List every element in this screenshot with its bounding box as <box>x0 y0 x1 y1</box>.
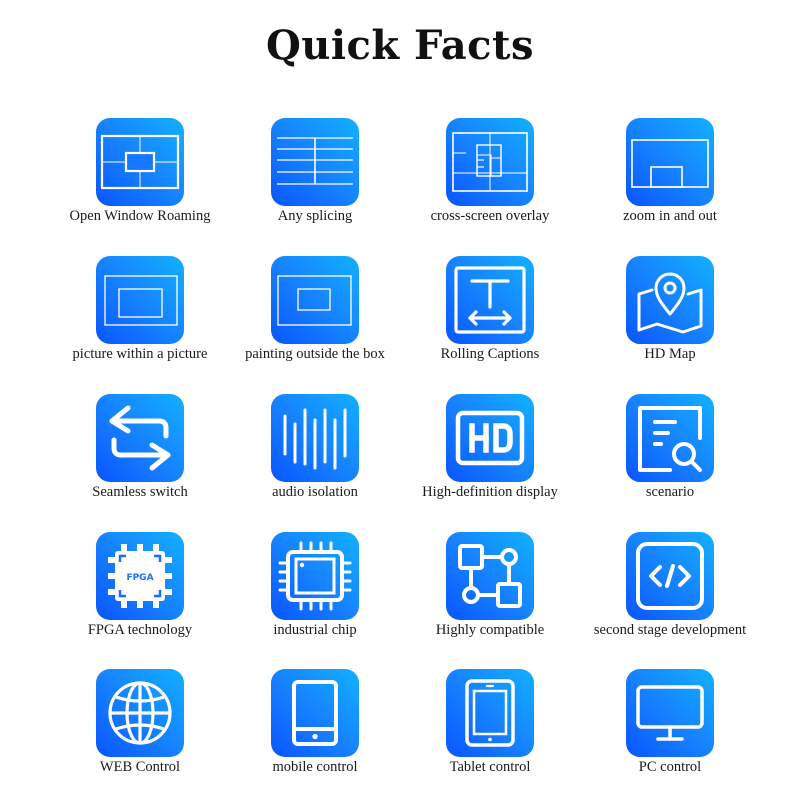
feature-tile <box>446 118 534 206</box>
picture-in-picture-icon <box>104 275 178 326</box>
feature-tile <box>446 256 534 344</box>
feature-tile <box>96 118 184 206</box>
feature-label: Rolling Captions <box>440 346 540 362</box>
feature-seamless-switch: Seamless switch <box>50 394 230 501</box>
feature-fpga-technology: FPGA FPGA technology <box>50 532 230 639</box>
feature-pc-control: PC control <box>580 669 760 776</box>
feature-label: Any splicing <box>277 208 353 224</box>
feature-tile <box>626 256 714 344</box>
feature-web-control: WEB Control <box>50 669 230 776</box>
rolling-caption-icon <box>454 266 526 334</box>
feature-zoom-in-and-out: zoom in and out <box>580 118 760 225</box>
feature-label: painting outside the box <box>245 346 385 362</box>
feature-second-stage-development: second stage development <box>580 532 760 639</box>
feature-tile <box>96 256 184 344</box>
feature-label: zoom in and out <box>623 208 717 224</box>
document-search-icon <box>638 406 702 472</box>
feature-label: PC control <box>638 759 702 775</box>
feature-painting-outside-the-box: painting outside the box <box>225 256 405 363</box>
feature-label: picture within a picture <box>72 346 208 362</box>
feature-label: second stage development <box>593 622 747 638</box>
feature-open-window-roaming: Open Window Roaming <box>50 118 230 225</box>
page-title: Quick Facts <box>265 22 535 69</box>
feature-tile <box>446 394 534 482</box>
feature-scenario: scenario <box>580 394 760 501</box>
feature-label: FPGA technology <box>87 622 193 638</box>
zoom-screen-icon <box>631 139 709 188</box>
feature-label: industrial chip <box>273 622 357 638</box>
feature-label: audio isolation <box>272 484 358 500</box>
cross-screen-overlay-icon <box>452 132 528 192</box>
splicing-grid-icon <box>277 137 353 185</box>
hd-icon <box>455 410 525 466</box>
feature-tile <box>626 532 714 620</box>
feature-tile <box>96 669 184 757</box>
feature-tile <box>446 532 534 620</box>
feature-tile <box>271 256 359 344</box>
globe-icon <box>108 681 172 745</box>
feature-cross-screen-overlay: cross-screen overlay <box>400 118 580 225</box>
picture-outside-box-icon <box>277 275 352 326</box>
compatibility-nodes-icon <box>458 544 522 608</box>
feature-tile <box>626 394 714 482</box>
feature-tile <box>626 118 714 206</box>
feature-audio-isolation: audio isolation <box>225 394 405 501</box>
tablet-icon <box>465 679 515 747</box>
feature-label: WEB Control <box>99 759 181 775</box>
audio-bars-icon <box>283 408 347 470</box>
feature-hd-map: HD Map <box>580 256 760 363</box>
feature-highly-compatible: Highly compatible <box>400 532 580 639</box>
map-pin-icon <box>637 272 703 334</box>
feature-mobile-control: mobile control <box>225 669 405 776</box>
feature-tile <box>446 669 534 757</box>
feature-tile <box>271 532 359 620</box>
feature-any-splicing: Any splicing <box>225 118 405 225</box>
feature-tile <box>271 394 359 482</box>
feature-label: scenario <box>645 484 695 500</box>
switch-arrows-icon <box>109 405 171 471</box>
feature-tile: FPGA <box>96 532 184 620</box>
mobile-phone-icon <box>292 680 338 746</box>
feature-industrial-chip: industrial chip <box>225 532 405 639</box>
feature-tile <box>626 669 714 757</box>
fpga-chip-icon: FPGA <box>108 544 172 608</box>
fpga-chip-text: FPGA <box>126 573 153 583</box>
cpu-chip-icon <box>278 541 352 611</box>
feature-label: Tablet control <box>449 759 531 775</box>
feature-label: High-definition display <box>422 484 558 500</box>
monitor-icon <box>636 685 704 741</box>
code-icon <box>636 542 704 610</box>
feature-label: Open Window Roaming <box>69 208 211 224</box>
feature-label: Seamless switch <box>92 484 188 500</box>
feature-tile <box>96 394 184 482</box>
feature-rolling-captions: Rolling Captions <box>400 256 580 363</box>
feature-picture-within-a-picture: picture within a picture <box>50 256 230 363</box>
feature-tile <box>271 118 359 206</box>
feature-label: cross-screen overlay <box>430 208 550 224</box>
feature-tablet-control: Tablet control <box>400 669 580 776</box>
feature-tile <box>271 669 359 757</box>
window-roaming-icon <box>100 134 180 190</box>
feature-label: mobile control <box>272 759 358 775</box>
feature-high-definition-display: High-definition display <box>400 394 580 501</box>
feature-label: HD Map <box>644 346 696 362</box>
feature-label: Highly compatible <box>435 622 545 638</box>
